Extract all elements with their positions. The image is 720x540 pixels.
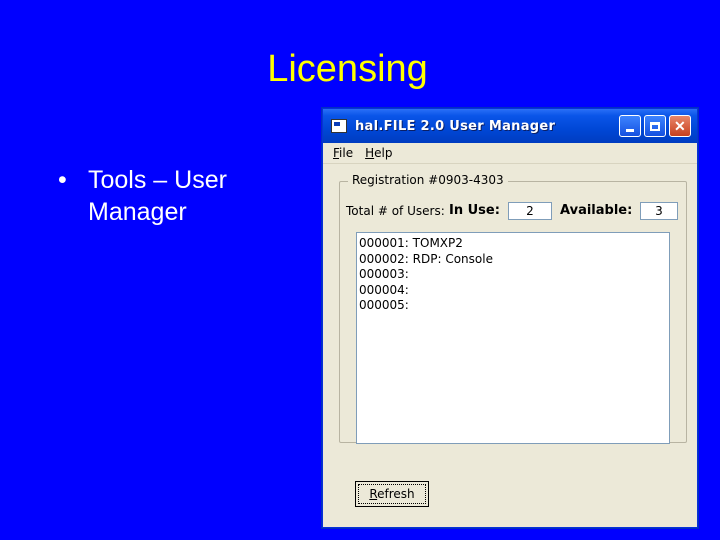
minimize-icon bbox=[626, 128, 634, 132]
window-title: hal.FILE 2.0 User Manager bbox=[355, 118, 556, 134]
menu-help-mnemonic: H bbox=[365, 146, 375, 160]
app-icon bbox=[331, 119, 347, 133]
list-item[interactable]: 000002: RDP: Console bbox=[359, 252, 667, 268]
total-users-label: Total # of Users: bbox=[346, 204, 445, 218]
bullet-list: • Tools – User Manager bbox=[58, 164, 298, 228]
refresh-button-focus: Refresh bbox=[358, 484, 426, 504]
bullet-dot: • bbox=[58, 166, 67, 194]
available-value: 3 bbox=[640, 202, 678, 220]
available-label: Available: bbox=[560, 203, 633, 218]
close-button[interactable]: ✕ bbox=[669, 115, 691, 137]
close-icon: ✕ bbox=[673, 117, 687, 134]
menu-file-label: ile bbox=[339, 146, 354, 160]
list-item[interactable]: 000003: bbox=[359, 267, 667, 283]
bullet-text: Tools – User Manager bbox=[88, 166, 227, 226]
list-item[interactable]: 000004: bbox=[359, 283, 667, 299]
in-use-value: 2 bbox=[508, 202, 552, 220]
menu-file[interactable]: File bbox=[333, 146, 353, 160]
registration-label: Registration #0903-4303 bbox=[348, 173, 508, 187]
window-titlebar[interactable]: hal.FILE 2.0 User Manager ✕ bbox=[323, 109, 697, 143]
list-item[interactable]: 000001: TOMXP2 bbox=[359, 236, 667, 252]
menu-bar: File Help bbox=[323, 143, 697, 164]
refresh-mnemonic: R bbox=[369, 487, 378, 501]
refresh-label: efresh bbox=[377, 487, 415, 501]
maximize-icon bbox=[650, 121, 660, 131]
menu-help-label: elp bbox=[374, 146, 393, 160]
maximize-button[interactable] bbox=[644, 115, 666, 137]
minimize-button[interactable] bbox=[619, 115, 641, 137]
list-item[interactable]: 000005: bbox=[359, 298, 667, 314]
slide-title: Licensing bbox=[267, 48, 428, 90]
users-listbox[interactable]: 000001: TOMXP2 000002: RDP: Console 0000… bbox=[356, 232, 670, 444]
refresh-button[interactable]: Refresh bbox=[355, 481, 429, 507]
in-use-label: In Use: bbox=[449, 203, 500, 218]
registration-groupbox: Registration #0903-4303 Total # of Users… bbox=[339, 173, 687, 444]
users-summary-row: Total # of Users: In Use: 2 Available: 3 bbox=[346, 202, 682, 224]
bullet-item: • Tools – User Manager bbox=[58, 164, 298, 228]
menu-help[interactable]: Help bbox=[365, 146, 392, 160]
user-manager-window: hal.FILE 2.0 User Manager ✕ File Help Re… bbox=[322, 108, 698, 528]
